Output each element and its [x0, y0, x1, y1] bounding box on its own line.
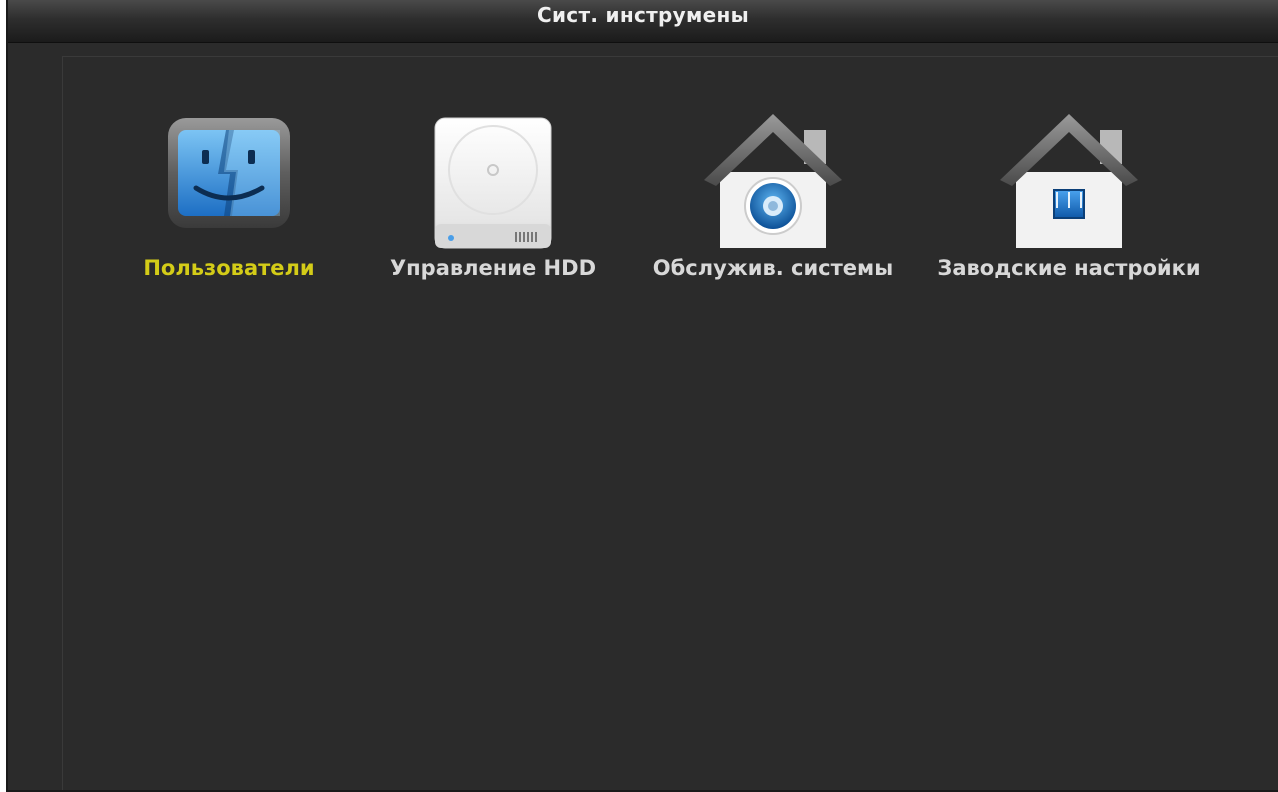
system-tools-window: Сист. инструмены Пользователи Управление…: [6, 0, 1278, 792]
tool-users[interactable]: Пользователи: [94, 56, 364, 280]
tool-system-maintenance[interactable]: Обслужив. системы: [638, 56, 908, 280]
window-title: Сист. инструмены: [537, 3, 749, 27]
title-bar: Сист. инструмены: [8, 0, 1278, 43]
tool-users-label: Пользователи: [143, 256, 315, 280]
tool-hdd-management[interactable]: Управление HDD: [358, 56, 628, 280]
hard-drive-icon: [431, 116, 555, 254]
house-maintenance-icon: [700, 110, 846, 254]
users-finder-icon: [166, 116, 292, 234]
house-factory-reset-icon: [996, 110, 1142, 254]
tool-system-maintenance-label: Обслужив. системы: [652, 256, 894, 280]
tool-factory-settings-label: Заводские настройки: [937, 256, 1201, 280]
tool-hdd-management-label: Управление HDD: [389, 256, 597, 280]
tool-factory-settings[interactable]: Заводские настройки: [934, 56, 1204, 280]
